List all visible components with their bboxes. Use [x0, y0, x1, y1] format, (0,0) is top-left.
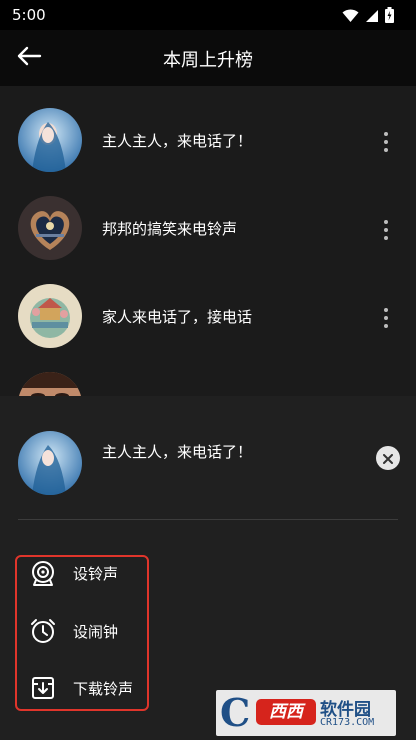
watermark-domain: CR173.COM: [320, 717, 375, 728]
status-time: 5:00: [12, 6, 46, 24]
ringtone-title: 家人来电话了，接电话: [102, 308, 253, 326]
close-icon: [383, 449, 393, 468]
ringtone-cover: [18, 108, 82, 172]
watermark-logo: C 西西 软件园 CR173.COM: [216, 690, 396, 736]
status-icons: [342, 7, 394, 27]
more-options-button[interactable]: [378, 129, 394, 155]
ringtone-title: 主人主人，来电话了！: [102, 132, 253, 150]
list-item[interactable]: [0, 360, 416, 396]
bottom-sheet: 主人主人，来电话了！ 设铃声 设闹钟 下载铃声: [0, 396, 416, 740]
ringtone-list: 主人主人，来电话了！ 邦邦的搞笑来电铃声 家人来电话了，接电话: [0, 86, 416, 396]
signal-icon: [365, 8, 379, 27]
set-ringtone-button[interactable]: 设铃声: [29, 557, 147, 589]
more-options-button[interactable]: [378, 305, 394, 331]
set-alarm-button[interactable]: 设闹钟: [29, 615, 147, 647]
download-ringtone-label: 下载铃声: [73, 679, 134, 698]
alarm-clock-icon: [29, 617, 57, 645]
watermark-badge: 西西: [256, 699, 316, 725]
divider: [18, 519, 398, 520]
watermark-letter: C: [220, 690, 251, 735]
set-alarm-label: 设闹钟: [73, 622, 119, 641]
status-bar: 5:00: [0, 0, 416, 30]
download-ringtone-button[interactable]: 下载铃声: [29, 672, 147, 704]
ringtone-cover: [18, 372, 82, 396]
more-options-button[interactable]: [378, 217, 394, 243]
wifi-icon: [342, 8, 359, 27]
selected-ringtone-title: 主人主人，来电话了！: [102, 443, 253, 461]
app-bar: 本周上升榜: [0, 30, 416, 86]
page-title: 本周上升榜: [163, 50, 253, 71]
set-ringtone-label: 设铃声: [73, 564, 119, 583]
list-item[interactable]: 邦邦的搞笑来电铃声: [0, 184, 416, 272]
list-item[interactable]: 主人主人，来电话了！: [0, 96, 416, 184]
actions-highlight: 设铃声 设闹钟 下载铃声: [15, 555, 149, 711]
battery-icon: [385, 7, 394, 27]
ringtone-cover: [18, 284, 82, 348]
list-item[interactable]: 家人来电话了，接电话: [0, 272, 416, 360]
ringtone-title: 邦邦的搞笑来电铃声: [102, 220, 238, 238]
download-icon: [29, 674, 57, 702]
ringtone-icon: [29, 559, 57, 587]
close-button[interactable]: [376, 446, 400, 470]
ringtone-cover: [18, 196, 82, 260]
selected-ringtone-cover: [18, 431, 82, 495]
